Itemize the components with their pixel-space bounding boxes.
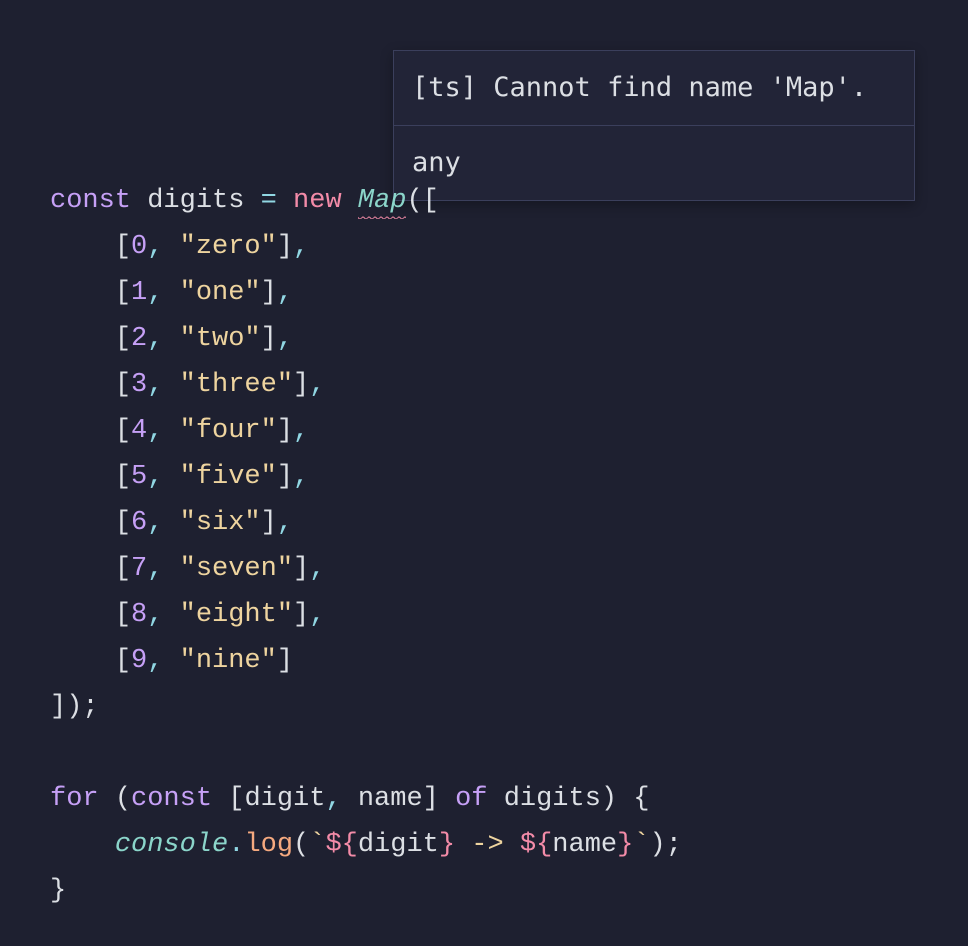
bracket: [ xyxy=(115,600,131,630)
variable-digit: digit xyxy=(244,784,325,814)
variable: digit xyxy=(358,830,439,860)
comma: , xyxy=(147,324,163,354)
paren: ( xyxy=(293,830,309,860)
dot: . xyxy=(228,830,244,860)
operator-assign: = xyxy=(261,186,277,216)
string: "two" xyxy=(180,324,261,354)
comma: , xyxy=(147,508,163,538)
keyword-const: const xyxy=(131,784,212,814)
class-map-error: Map xyxy=(358,186,407,219)
bracket: ] xyxy=(293,600,309,630)
template-expr-close: } xyxy=(617,830,633,860)
template-expr-open: ${ xyxy=(520,830,552,860)
template-text: -> xyxy=(455,830,520,860)
comma: , xyxy=(147,646,163,676)
variable-name: name xyxy=(358,784,423,814)
comma: , xyxy=(147,462,163,492)
string: "eight" xyxy=(180,600,293,630)
bracket: ] xyxy=(277,416,293,446)
number: 2 xyxy=(131,324,147,354)
number: 4 xyxy=(131,416,147,446)
number: 1 xyxy=(131,278,147,308)
template-close: ` xyxy=(633,830,649,860)
comma: , xyxy=(147,370,163,400)
keyword-const: const xyxy=(50,186,131,216)
number: 3 xyxy=(131,370,147,400)
comma: , xyxy=(147,232,163,262)
function-log: log xyxy=(244,830,293,860)
keyword-new: new xyxy=(293,186,342,216)
semicolon: ; xyxy=(666,830,682,860)
number: 0 xyxy=(131,232,147,262)
paren: ( xyxy=(115,784,131,814)
bracket: [ xyxy=(115,462,131,492)
number: 6 xyxy=(131,508,147,538)
paren: ) xyxy=(650,830,666,860)
bracket: [ xyxy=(115,554,131,584)
comma: , xyxy=(293,416,309,446)
punct: ([ xyxy=(406,186,438,216)
keyword-of: of xyxy=(455,784,487,814)
comma: , xyxy=(325,784,341,814)
string: "four" xyxy=(180,416,277,446)
code-editor[interactable]: const digits = new Map([ [0, "zero"], [1… xyxy=(50,178,682,914)
keyword-for: for xyxy=(50,784,99,814)
template-open: ` xyxy=(309,830,325,860)
tooltip-error-message: [ts] Cannot find name 'Map'. xyxy=(394,51,914,125)
bracket: ] xyxy=(293,554,309,584)
bracket: [ xyxy=(115,278,131,308)
number: 8 xyxy=(131,600,147,630)
string: "five" xyxy=(180,462,277,492)
paren: ) xyxy=(601,784,617,814)
bracket: ] xyxy=(423,784,439,814)
string: "seven" xyxy=(180,554,293,584)
string: "six" xyxy=(180,508,261,538)
comma: , xyxy=(309,600,325,630)
comma: , xyxy=(309,554,325,584)
punct: ]); xyxy=(50,692,99,722)
comma: , xyxy=(277,508,293,538)
string: "nine" xyxy=(180,646,277,676)
bracket: ] xyxy=(261,324,277,354)
string: "one" xyxy=(180,278,261,308)
bracket: [ xyxy=(228,784,244,814)
bracket: ] xyxy=(293,370,309,400)
bracket: ] xyxy=(277,462,293,492)
variable: name xyxy=(552,830,617,860)
template-expr-close: } xyxy=(439,830,455,860)
object-console: console xyxy=(115,830,228,860)
comma: , xyxy=(147,416,163,446)
string: "zero" xyxy=(180,232,277,262)
comma: , xyxy=(147,278,163,308)
number: 5 xyxy=(131,462,147,492)
comma: , xyxy=(309,370,325,400)
bracket: [ xyxy=(115,646,131,676)
bracket: ] xyxy=(261,508,277,538)
comma: , xyxy=(293,462,309,492)
comma: , xyxy=(147,600,163,630)
string: "three" xyxy=(180,370,293,400)
bracket: ] xyxy=(277,232,293,262)
bracket: [ xyxy=(115,508,131,538)
comma: , xyxy=(277,278,293,308)
bracket: ] xyxy=(261,278,277,308)
bracket: ] xyxy=(277,646,293,676)
comma: , xyxy=(147,554,163,584)
bracket: [ xyxy=(115,416,131,446)
bracket: [ xyxy=(115,324,131,354)
brace: } xyxy=(50,876,66,906)
brace: { xyxy=(633,784,649,814)
comma: , xyxy=(293,232,309,262)
bracket: [ xyxy=(115,370,131,400)
template-expr-open: ${ xyxy=(325,830,357,860)
number: 9 xyxy=(131,646,147,676)
number: 7 xyxy=(131,554,147,584)
variable-digits: digits xyxy=(147,186,244,216)
comma: , xyxy=(277,324,293,354)
variable-digits: digits xyxy=(504,784,601,814)
bracket: [ xyxy=(115,232,131,262)
